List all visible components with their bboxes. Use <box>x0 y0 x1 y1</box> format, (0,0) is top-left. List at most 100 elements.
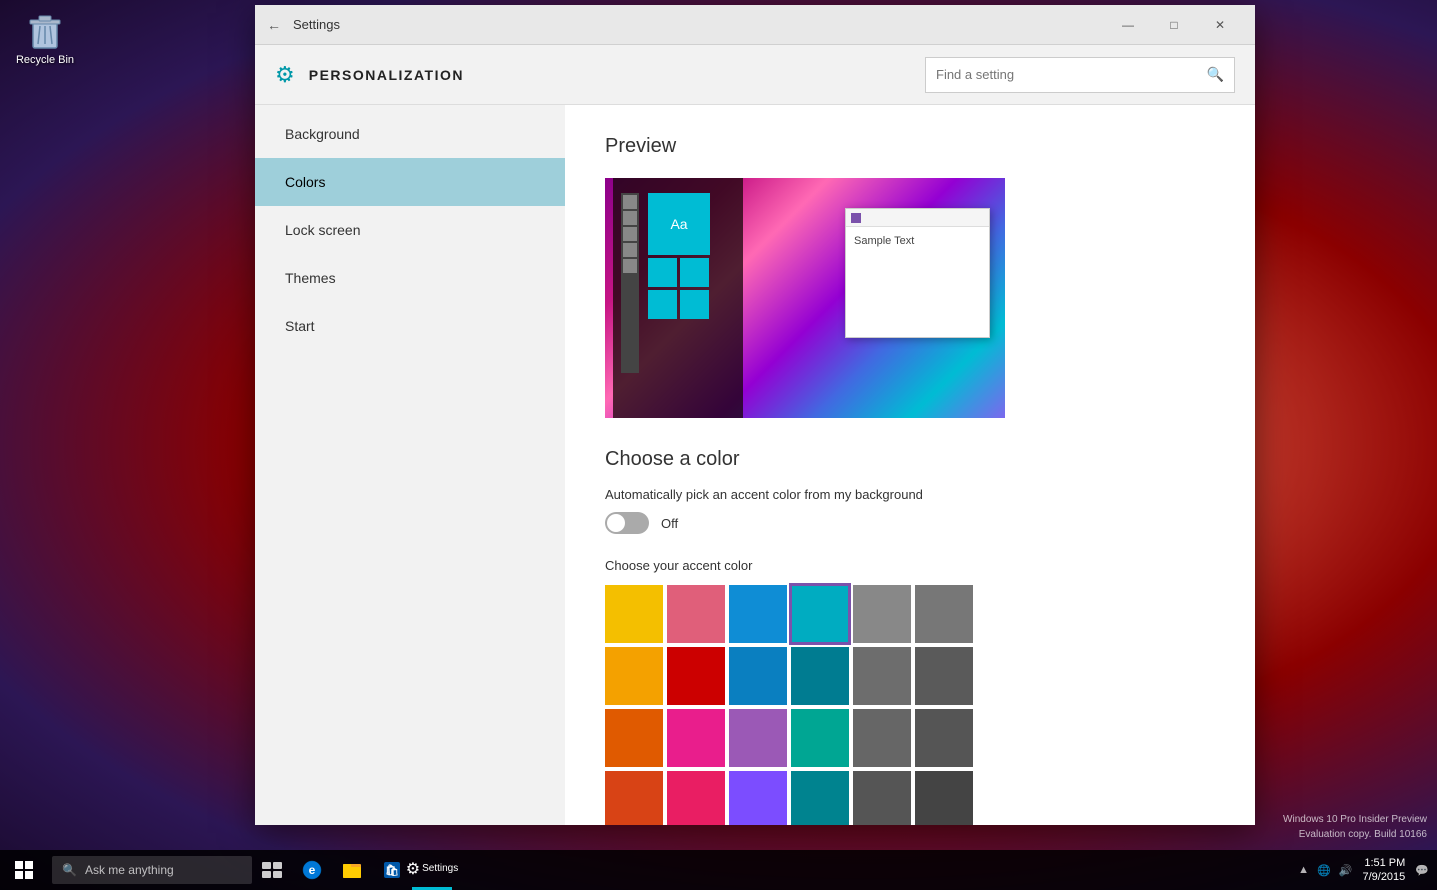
clock-time: 1:51 PM <box>1364 856 1405 870</box>
preview-window-body: Sample Text <box>846 227 989 255</box>
page-title: PERSONALIZATION <box>309 67 464 83</box>
color-swatch-23[interactable] <box>915 771 973 825</box>
sidebar-item-label: Themes <box>285 270 336 286</box>
title-bar-controls: — □ ✕ <box>1105 10 1243 40</box>
preview-sidebar-strip <box>621 193 639 373</box>
settings-window: ← Settings — □ ✕ ⚙ PERSONALIZATION 🔍 <box>255 5 1255 825</box>
preview-accent-bar <box>851 213 861 223</box>
clock-date: 7/9/2015 <box>1362 870 1405 884</box>
maximize-button[interactable]: □ <box>1151 10 1197 40</box>
preview-sample-window: Sample Text <box>845 208 990 338</box>
search-input[interactable] <box>936 67 1199 82</box>
color-swatch-1[interactable] <box>667 585 725 643</box>
preview-title: Preview <box>605 135 1215 158</box>
sidebar-item-lock-screen[interactable]: Lock screen <box>255 206 565 254</box>
preview-tiles: Aa <box>648 193 710 319</box>
search-icon: 🔍 <box>1207 66 1224 83</box>
recycle-bin-icon[interactable]: Recycle Bin <box>10 10 80 66</box>
color-swatch-0[interactable] <box>605 585 663 643</box>
color-swatch-11[interactable] <box>915 647 973 705</box>
tray-arrow[interactable]: ▲ <box>1298 864 1309 876</box>
personalization-gear-icon: ⚙ <box>275 62 295 88</box>
taskbar-edge-icon[interactable]: e <box>292 850 332 890</box>
tray-volume-icon[interactable]: 🔊 <box>1339 864 1353 877</box>
color-swatch-9[interactable] <box>791 647 849 705</box>
color-swatch-22[interactable] <box>853 771 911 825</box>
color-swatch-13[interactable] <box>667 709 725 767</box>
color-swatch-21[interactable] <box>791 771 849 825</box>
watermark-line2: Evaluation copy. Build 10166 <box>1283 827 1427 842</box>
accent-color-label: Choose your accent color <box>605 558 1215 573</box>
color-swatch-17[interactable] <box>915 709 973 767</box>
sidebar-item-themes[interactable]: Themes <box>255 254 565 302</box>
toggle-knob <box>607 514 625 532</box>
svg-text:🛍: 🛍 <box>385 864 399 877</box>
taskbar: 🔍 Ask me anything e <box>0 850 1437 890</box>
preview-tile-main: Aa <box>648 193 710 255</box>
choose-color-title: Choose a color <box>605 448 1215 471</box>
header-left: ⚙ PERSONALIZATION <box>275 62 464 88</box>
sidebar-item-start[interactable]: Start <box>255 302 565 350</box>
preview-tile-row <box>648 258 710 287</box>
recycle-bin-label: Recycle Bin <box>16 54 74 66</box>
color-swatch-7[interactable] <box>667 647 725 705</box>
preview-tile-small <box>680 258 709 287</box>
auto-accent-label: Automatically pick an accent color from … <box>605 487 1215 502</box>
sample-text: Sample Text <box>854 235 914 247</box>
taskbar-search-label: Ask me anything <box>85 863 174 877</box>
taskbar-task-view[interactable] <box>252 850 292 890</box>
sidebar: Background Colors Lock screen Themes Sta… <box>255 105 565 825</box>
sidebar-item-label: Background <box>285 126 360 142</box>
color-swatch-10[interactable] <box>853 647 911 705</box>
color-swatch-2[interactable] <box>729 585 787 643</box>
taskbar-search-icon: 🔍 <box>62 863 77 877</box>
color-swatch-3[interactable] <box>791 585 849 643</box>
taskbar-settings-icon[interactable]: ⚙ Settings <box>412 850 452 890</box>
preview-box: Aa <box>605 178 1005 418</box>
color-swatch-4[interactable] <box>853 585 911 643</box>
taskbar-search-bar[interactable]: 🔍 Ask me anything <box>52 856 252 884</box>
color-swatch-20[interactable] <box>729 771 787 825</box>
clock-area[interactable]: 1:51 PM 7/9/2015 <box>1362 856 1405 885</box>
taskbar-left: 🔍 Ask me anything e <box>0 850 452 890</box>
search-box[interactable]: 🔍 <box>925 57 1235 93</box>
title-bar-left: ← Settings <box>267 17 340 33</box>
sidebar-item-background[interactable]: Background <box>255 110 565 158</box>
watermark: Windows 10 Pro Insider Preview Evaluatio… <box>1283 812 1427 842</box>
main-panel: Preview <box>565 105 1255 825</box>
preview-tile-row2 <box>648 290 710 319</box>
color-swatch-16[interactable] <box>853 709 911 767</box>
preview-tile-small <box>648 290 677 319</box>
sidebar-item-colors[interactable]: Colors <box>255 158 565 206</box>
title-bar: ← Settings — □ ✕ <box>255 5 1255 45</box>
minimize-button[interactable]: — <box>1105 10 1151 40</box>
color-swatch-19[interactable] <box>667 771 725 825</box>
color-swatch-18[interactable] <box>605 771 663 825</box>
preview-start-menu: Aa <box>613 178 743 418</box>
content-area: Background Colors Lock screen Themes Sta… <box>255 105 1255 825</box>
color-swatch-6[interactable] <box>605 647 663 705</box>
sidebar-item-label: Colors <box>285 174 325 190</box>
preview-tile-small <box>680 290 709 319</box>
color-grid <box>605 585 1215 825</box>
taskbar-right: ▲ 🌐 🔊 1:51 PM 7/9/2015 💬 <box>1298 856 1437 885</box>
watermark-line1: Windows 10 Pro Insider Preview <box>1283 812 1427 827</box>
window-title: Settings <box>293 17 340 32</box>
color-swatch-12[interactable] <box>605 709 663 767</box>
close-button[interactable]: ✕ <box>1197 10 1243 40</box>
back-icon[interactable]: ← <box>267 17 281 33</box>
system-tray: ▲ 🌐 🔊 <box>1298 864 1352 877</box>
recycle-bin-img <box>25 10 65 50</box>
taskbar-explorer-icon[interactable] <box>332 850 372 890</box>
tray-network-icon: 🌐 <box>1317 864 1331 877</box>
color-swatch-15[interactable] <box>791 709 849 767</box>
start-button[interactable] <box>0 850 48 890</box>
color-swatch-14[interactable] <box>729 709 787 767</box>
color-swatch-8[interactable] <box>729 647 787 705</box>
auto-accent-toggle[interactable] <box>605 512 649 534</box>
sidebar-item-label: Lock screen <box>285 222 360 238</box>
taskbar-settings-label: Settings <box>422 863 458 874</box>
color-swatch-5[interactable] <box>915 585 973 643</box>
preview-window-titlebar <box>846 209 989 227</box>
notification-icon[interactable]: 💬 <box>1415 864 1429 877</box>
